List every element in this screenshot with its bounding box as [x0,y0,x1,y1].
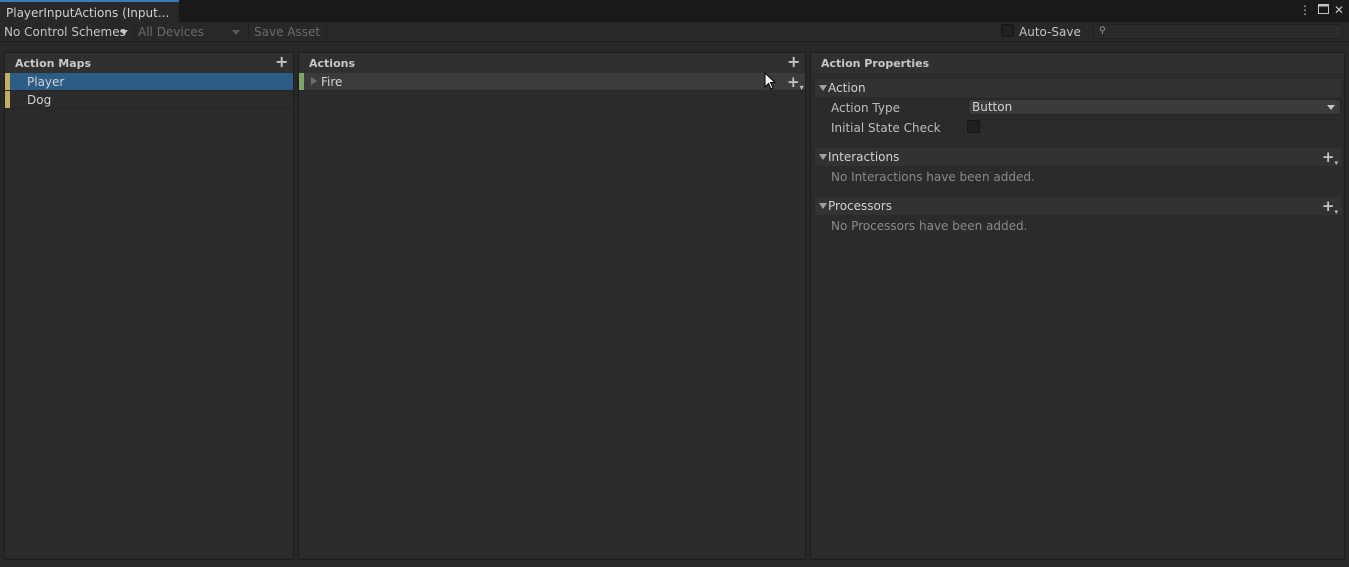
plus-icon[interactable]: + [787,54,800,70]
processors-section-label: Processors [828,199,893,213]
actions-panel: Actions + Fire +▾ [298,52,806,560]
action-type-label: Action Type [831,101,900,115]
mouse-cursor-icon [764,71,777,93]
kebab-menu-icon[interactable]: ⋮ [1298,2,1312,18]
action-color-marker [299,73,304,90]
toolbar-divider [134,24,135,40]
add-interaction-icon[interactable]: +▾ [1322,150,1338,168]
auto-save-checkbox[interactable] [1001,24,1014,37]
foldout-arrow-icon [819,85,827,91]
action-maps-header: Action Maps + [5,53,293,73]
action-maps-panel: Action Maps + Player Dog [4,52,294,560]
save-asset-button[interactable]: Save Asset [254,23,324,41]
interactions-foldout[interactable]: Interactions +▾ [815,148,1342,168]
map-color-marker [5,73,10,90]
processors-foldout[interactable]: Processors +▾ [815,197,1342,217]
auto-save-label: Auto-Save [1019,25,1081,39]
interactions-section-label: Interactions [828,150,900,164]
action-map-label: Dog [27,93,52,107]
plus-icon[interactable]: + [275,54,288,70]
action-maps-title: Action Maps [15,57,92,70]
processors-empty-text: No Processors have been added. [831,219,1028,233]
save-asset-label: Save Asset [254,25,321,39]
search-icon: ⚲ [1099,26,1106,36]
control-schemes-dropdown[interactable]: No Control Schemes [4,23,132,41]
map-color-marker [5,91,10,108]
action-section-label: Action [828,81,866,95]
properties-header: Action Properties [811,53,1344,73]
action-label: Fire [321,75,343,89]
close-icon[interactable]: ✕ [1332,2,1346,18]
add-processor-icon[interactable]: +▾ [1322,199,1338,217]
toolbar-divider [326,24,327,40]
actions-header: Actions + [299,53,805,73]
devices-dropdown[interactable]: All Devices [138,23,244,41]
list-item[interactable]: Dog [5,91,293,109]
plus-dropdown-icon[interactable]: +▾ [787,75,804,93]
action-map-label: Player [27,75,65,89]
control-schemes-label: No Control Schemes [4,25,126,39]
list-item[interactable]: Fire +▾ [299,73,805,93]
action-type-dropdown[interactable]: Button [968,99,1341,115]
properties-title: Action Properties [821,57,930,70]
initial-state-label: Initial State Check [831,121,941,135]
toolbar-divider [248,24,249,40]
window-tab-bar: PlayerInputActions (Input... ⋮ ✕ [0,0,1349,22]
chevron-down-icon [232,30,240,35]
chevron-down-icon [120,30,128,35]
action-properties-panel: Action Properties Action Action Type But… [810,52,1345,560]
interactions-empty-text: No Interactions have been added. [831,170,1035,184]
expand-arrow-icon[interactable] [311,77,317,85]
actions-title: Actions [309,57,355,70]
maximize-icon[interactable] [1316,2,1330,18]
action-type-value: Button [972,100,1013,114]
search-input[interactable]: ⚲ [1093,24,1343,39]
list-item[interactable]: Player [5,73,293,91]
foldout-arrow-icon [819,154,827,160]
chevron-down-icon [1327,105,1335,110]
action-foldout[interactable]: Action [815,79,1342,97]
window-tab[interactable]: PlayerInputActions (Input... [0,0,179,22]
foldout-arrow-icon [819,203,827,209]
devices-label: All Devices [138,25,204,39]
initial-state-checkbox[interactable] [967,120,980,133]
